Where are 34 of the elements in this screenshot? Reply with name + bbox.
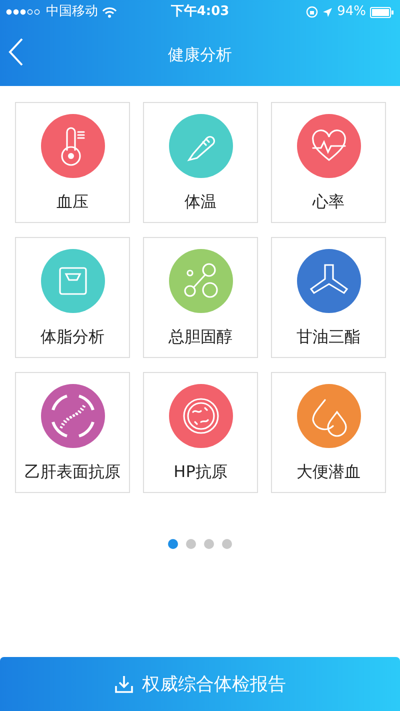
tile[interactable]: 大便潜血 xyxy=(271,372,386,493)
download-icon xyxy=(114,674,134,694)
tile-label: 心率 xyxy=(312,191,344,213)
tile-label: 体脂分析 xyxy=(40,326,104,348)
page-dot[interactable] xyxy=(222,539,232,549)
rotation-lock-icon xyxy=(306,6,318,18)
tile-label: 甘油三酯 xyxy=(296,326,360,348)
signal-icon xyxy=(6,9,42,15)
tile-label: HP抗原 xyxy=(174,461,228,483)
wifi-icon xyxy=(102,6,117,18)
battery-icon xyxy=(370,6,394,18)
page-dot[interactable] xyxy=(204,539,214,549)
tile[interactable]: 甘油三酯 xyxy=(271,237,386,358)
tile-label: 乙肝表面抗原 xyxy=(24,461,120,483)
tile-label: 血压 xyxy=(56,191,88,213)
tile[interactable]: 乙肝表面抗原 xyxy=(15,372,130,493)
tile[interactable]: 总胆固醇 xyxy=(143,237,258,358)
carrier-name: 中国移动 xyxy=(46,3,98,22)
location-icon xyxy=(322,6,334,18)
tile[interactable]: 心率 xyxy=(271,102,386,223)
tile[interactable]: 血压 xyxy=(15,102,130,223)
tile-label: 体温 xyxy=(184,191,216,213)
tile[interactable]: 体温 xyxy=(143,102,258,223)
tile[interactable]: HP抗原 xyxy=(143,372,258,493)
tile-label: 大便潜血 xyxy=(296,461,360,483)
page-dot[interactable] xyxy=(186,539,196,549)
tile[interactable]: 体脂分析 xyxy=(15,237,130,358)
page-dot[interactable] xyxy=(168,539,178,549)
battery-percent: 94% xyxy=(337,3,366,22)
tile-label: 总胆固醇 xyxy=(168,326,232,348)
back-button[interactable] xyxy=(8,38,24,66)
back-icon xyxy=(8,38,24,66)
page-title: 健康分析 xyxy=(168,44,232,66)
status-time: 下午4:03 xyxy=(170,3,230,22)
